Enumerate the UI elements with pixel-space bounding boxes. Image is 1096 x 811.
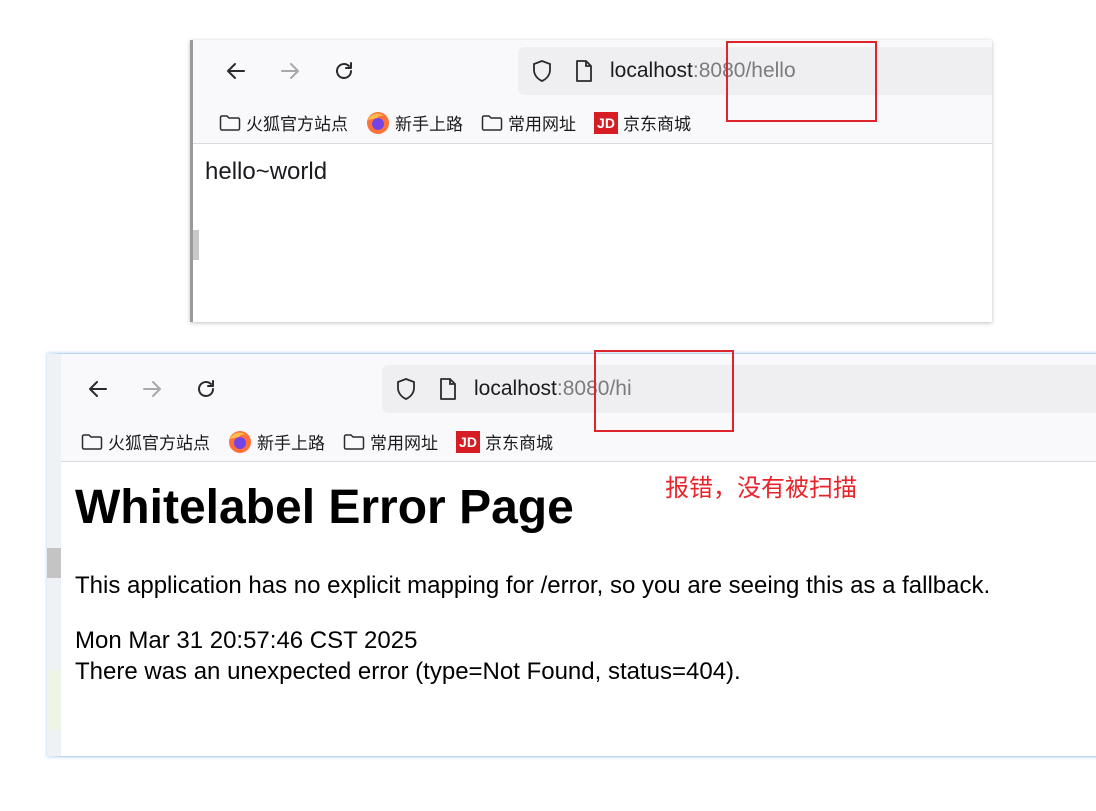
url-host: localhost (474, 377, 557, 400)
bookmark-label: 常用网址 (508, 115, 576, 135)
side-marker (193, 230, 199, 260)
reload-icon (198, 380, 214, 397)
bookmark-label: 京东商城 (485, 434, 553, 454)
shield-icon[interactable] (530, 59, 554, 88)
bookmark-common-sites[interactable]: 常用网址 (481, 110, 576, 135)
side-marker (47, 548, 61, 578)
bookmark-label: 火狐官方站点 (108, 434, 210, 454)
folder-icon (481, 114, 503, 132)
error-explanation: This application has no explicit mapping… (75, 572, 991, 599)
bookmarks-bar: 火狐官方站点 新手上路 常用网址 JD 京东商城 (219, 110, 709, 135)
bookmark-jd[interactable]: JD 京东商城 (594, 110, 691, 135)
page-content: Whitelabel Error Page This application h… (61, 462, 1096, 756)
error-timestamp: Mon Mar 31 20:57:46 CST 2025 (75, 627, 418, 654)
bookmark-label: 京东商城 (623, 115, 691, 135)
error-page-title: Whitelabel Error Page (75, 481, 574, 534)
reload-icon (336, 62, 352, 79)
bookmark-firefox-sites[interactable]: 火狐官方站点 (81, 429, 210, 454)
folder-icon (343, 433, 365, 451)
forward-button[interactable] (137, 374, 167, 404)
page-icon[interactable] (573, 59, 595, 88)
annotation-text: 报错，没有被扫描 (665, 474, 857, 502)
browser-window-hi: localhost:8080/hi 火狐官方站点 新手上路 常用网址 JD 京东… (47, 353, 1096, 757)
highlight-box-hi (594, 350, 734, 432)
highlight-box-hello (726, 41, 877, 122)
bookmark-label: 新手上路 (395, 115, 463, 135)
shield-icon[interactable] (394, 377, 418, 406)
side-marker (47, 670, 61, 730)
bookmarks-bar: 火狐官方站点 新手上路 常用网址 JD 京东商城 (81, 429, 571, 454)
url-bar[interactable]: localhost:8080/hi (382, 365, 1096, 413)
url-host: localhost (610, 59, 693, 82)
back-button[interactable] (221, 56, 251, 86)
firefox-icon (228, 430, 252, 454)
back-arrow-icon (227, 63, 245, 79)
folder-icon (81, 433, 103, 451)
bookmark-label: 火狐官方站点 (246, 115, 348, 135)
forward-arrow-icon (281, 63, 299, 79)
page-icon[interactable] (437, 377, 459, 406)
reload-button[interactable] (329, 56, 359, 86)
bookmark-getting-started[interactable]: 新手上路 (228, 429, 325, 454)
browser-toolbar: localhost:8080/hi 火狐官方站点 新手上路 常用网址 JD 京东… (61, 354, 1096, 462)
back-arrow-icon (89, 381, 107, 397)
forward-arrow-icon (143, 381, 161, 397)
firefox-icon (366, 111, 390, 135)
bookmark-firefox-sites[interactable]: 火狐官方站点 (219, 110, 348, 135)
page-body-text: hello~world (205, 158, 328, 185)
bookmark-jd[interactable]: JD 京东商城 (456, 429, 553, 454)
bookmark-label: 常用网址 (370, 434, 438, 454)
back-button[interactable] (83, 374, 113, 404)
bookmark-getting-started[interactable]: 新手上路 (366, 110, 463, 135)
error-status-message: There was an unexpected error (type=Not … (75, 658, 741, 685)
folder-icon (219, 114, 241, 132)
bookmark-common-sites[interactable]: 常用网址 (343, 429, 438, 454)
jd-logo-icon: JD (594, 111, 618, 134)
forward-button[interactable] (275, 56, 305, 86)
page-content: hello~world (193, 144, 992, 322)
bookmark-label: 新手上路 (257, 434, 325, 454)
reload-button[interactable] (191, 374, 221, 404)
jd-logo-icon: JD (456, 430, 480, 453)
